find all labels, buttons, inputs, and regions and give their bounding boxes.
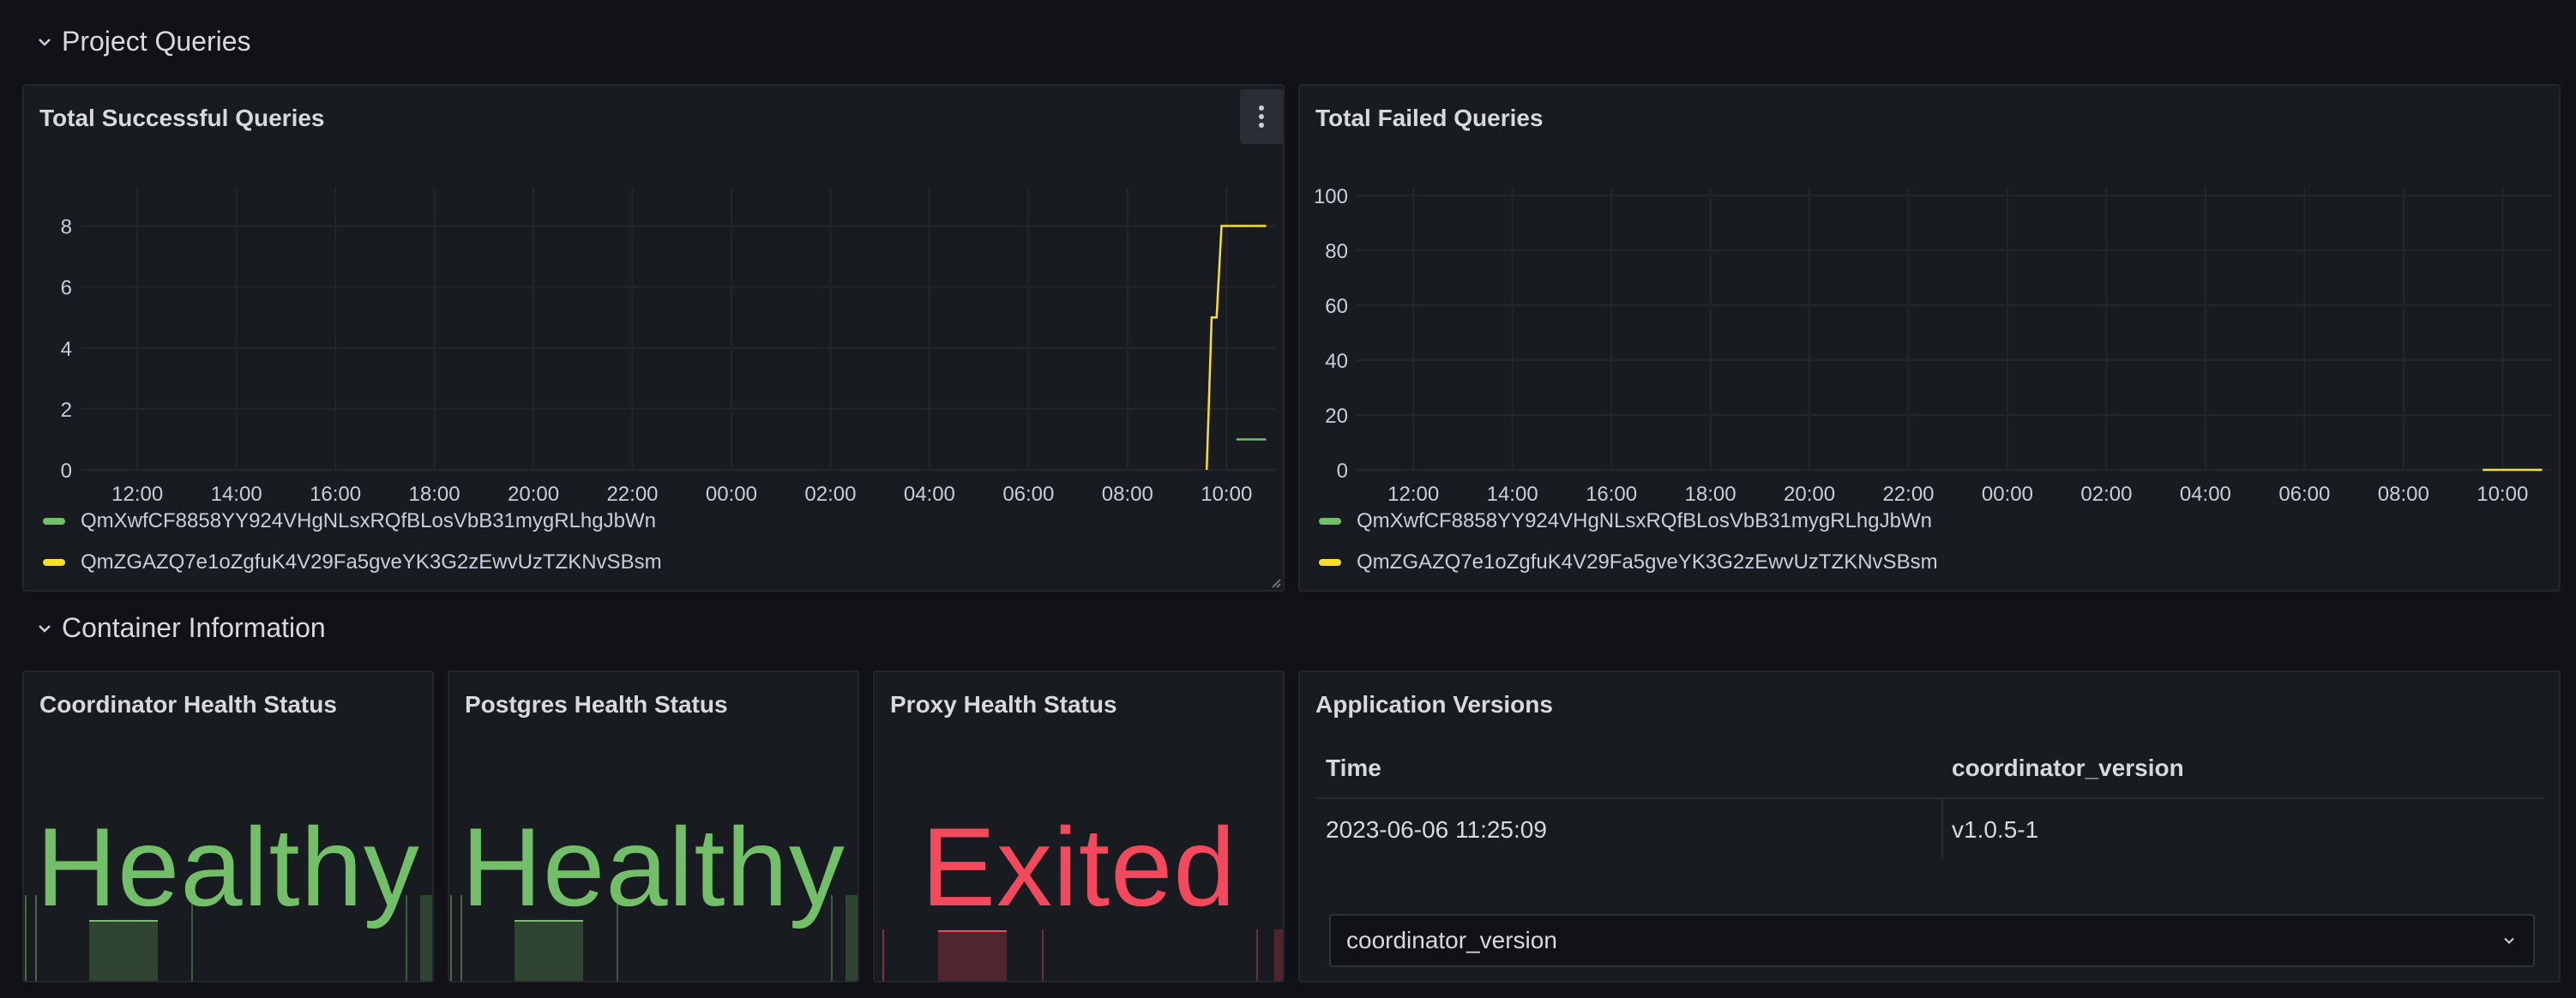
kebab-menu-icon	[1259, 105, 1264, 128]
x-tick-label: 06:00	[1002, 483, 1054, 506]
stat-value: Healthy	[461, 804, 846, 929]
column-divider	[1941, 799, 1943, 859]
legend-item[interactable]: QmZGAZQ7e1oZgfuK4V29Fa5gveYK3G2zEwvUzTZK…	[43, 542, 662, 583]
legend-swatch	[43, 518, 65, 525]
x-tick-label: 04:00	[2180, 483, 2231, 506]
y-tick-label: 8	[61, 216, 72, 239]
panel-title: Total Failed Queries	[1315, 105, 1544, 131]
y-tick-label: 6	[61, 277, 72, 300]
legend-swatch	[1319, 559, 1341, 566]
y-tick-label: 100	[1314, 185, 1348, 208]
legend-label: QmXwfCF8858YY924VHgNLsxRQfBLosVbB31mygRL…	[1357, 509, 1932, 532]
panel-successful-queries: Total Successful Queries 12:00 14:00 16:00…	[22, 84, 1285, 592]
legend-failed: QmXwfCF8858YY924VHgNLsxRQfBLosVbB31mygRL…	[1319, 501, 1938, 583]
legend-label: QmZGAZQ7e1oZgfuK4V29Fa5gveYK3G2zEwvUzTZK…	[1357, 550, 1938, 574]
column-select[interactable]: coordinator_version	[1329, 914, 2535, 967]
x-tick-label: 10:00	[1201, 483, 1252, 506]
row-container-information[interactable]: Container Information	[34, 612, 326, 644]
y-tick-label: 0	[1337, 460, 1348, 483]
resize-handle-icon[interactable]	[1269, 576, 1281, 588]
y-tick-label: 20	[1325, 405, 1348, 428]
stat-value: Healthy	[36, 804, 420, 929]
table-header-coordinator-version[interactable]: coordinator_version	[1952, 755, 2184, 782]
row-title: Project Queries	[62, 26, 251, 57]
legend-item[interactable]: QmXwfCF8858YY924VHgNLsxRQfBLosVbB31mygRL…	[43, 501, 662, 542]
panel-title: Total Successful Queries	[39, 105, 325, 131]
x-tick-label: 08:00	[1102, 483, 1153, 506]
x-tick-label: 06:00	[2278, 483, 2330, 506]
select-value: coordinator_version	[1346, 927, 1557, 953]
x-tick-label: 10:00	[2477, 483, 2528, 506]
x-tick-label: 02:00	[804, 483, 856, 506]
panel-application-versions: Application Versions Time coordinator_ve…	[1298, 670, 2561, 983]
header-divider	[1315, 797, 2543, 799]
panel-failed-queries: Total Failed Queries 12:00 14:00 16:00 18:0…	[1298, 84, 2561, 592]
panel-menu-button[interactable]	[1240, 89, 1283, 144]
x-tick-label: 02:00	[2080, 483, 2132, 506]
panel-postgres-health: Postgres Health Status Healthy	[448, 670, 859, 983]
x-tick-label: 08:00	[2378, 483, 2429, 506]
chevron-down-icon	[39, 624, 51, 633]
chevron-down-icon	[2504, 937, 2514, 944]
y-tick-label: 0	[61, 460, 72, 483]
y-tick-label: 40	[1325, 350, 1348, 373]
stat-value: Exited	[921, 804, 1237, 929]
table-header-time[interactable]: Time	[1326, 755, 1381, 782]
row-title: Container Information	[62, 612, 326, 643]
panel-title: Postgres Health Status	[465, 691, 728, 718]
versions-table: Time coordinator_version 2023-06-06 11:2…	[1315, 755, 2543, 866]
panel-proxy-health: Proxy Health Status Exited	[873, 670, 1285, 983]
x-tick-label: 04:00	[904, 483, 955, 506]
x-tick-label: 00:00	[706, 483, 757, 506]
panel-title: Proxy Health Status	[890, 691, 1117, 718]
legend-swatch	[1319, 518, 1341, 525]
y-tick-label: 60	[1325, 295, 1348, 318]
table-cell-version: v1.0.5-1	[1952, 816, 2039, 843]
panel-title: Coordinator Health Status	[39, 691, 337, 718]
x-tick-label: 00:00	[1982, 483, 2033, 506]
y-tick-label: 80	[1325, 240, 1348, 263]
row-project-queries[interactable]: Project Queries	[34, 26, 251, 57]
y-tick-label: 2	[61, 399, 72, 422]
y-tick-label: 4	[61, 338, 72, 361]
legend-item[interactable]: QmXwfCF8858YY924VHgNLsxRQfBLosVbB31mygRL…	[1319, 501, 1938, 542]
legend-swatch	[43, 559, 65, 566]
chevron-down-icon	[39, 38, 51, 46]
legend-item[interactable]: QmZGAZQ7e1oZgfuK4V29Fa5gveYK3G2zEwvUzTZK…	[1319, 542, 1938, 583]
panel-coordinator-health: Coordinator Health Status Healthy	[22, 670, 434, 983]
legend-label: QmZGAZQ7e1oZgfuK4V29Fa5gveYK3G2zEwvUzTZK…	[81, 550, 662, 574]
table-cell-time: 2023-06-06 11:25:09	[1326, 816, 1547, 843]
panel-title: Application Versions	[1315, 691, 1553, 718]
legend-label: QmXwfCF8858YY924VHgNLsxRQfBLosVbB31mygRL…	[81, 509, 656, 532]
legend-successful: QmXwfCF8858YY924VHgNLsxRQfBLosVbB31mygRL…	[43, 501, 662, 583]
